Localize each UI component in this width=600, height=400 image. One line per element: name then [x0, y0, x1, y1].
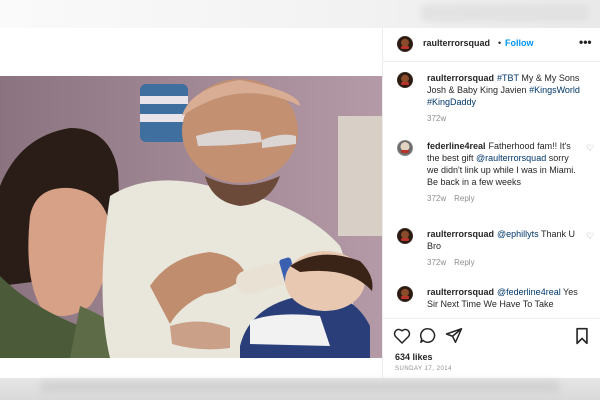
hashtag-kingsworld[interactable]: #KingsWorld — [529, 85, 580, 95]
comment-time[interactable]: 372w — [427, 258, 446, 267]
background-bottom-blur — [40, 382, 560, 392]
caption: raulterrorsquad #TBT My & My Sons Josh & … — [383, 72, 600, 132]
comment-item: federline4real Fatherhood fam!! It's the … — [383, 140, 600, 218]
comment-meta: 372w Reply — [427, 258, 483, 267]
comment-meta: 372w Reply — [427, 194, 483, 203]
background-blur — [420, 4, 590, 22]
comment-text: raulterrorsquad @ephillyts Thank U Bro — [427, 228, 582, 252]
caption-avatar[interactable] — [397, 72, 413, 88]
commenter-avatar[interactable] — [397, 286, 413, 302]
heart-icon[interactable] — [393, 327, 411, 344]
post-photo[interactable] — [0, 76, 382, 358]
comment-item: raulterrorsquad @ephillyts Thank U Bro 37… — [383, 228, 600, 276]
header-separator: • — [498, 38, 502, 48]
post-date[interactable]: SUNDAY 17, 2014 — [395, 366, 452, 372]
comment-mention[interactable]: @ephillyts — [497, 229, 539, 239]
comments-list: raulterrorsquad #TBT My & My Sons Josh & … — [383, 62, 600, 318]
author-avatar[interactable] — [397, 36, 413, 52]
instagram-post: raulterrorsquad • Follow ••• raulterrors… — [0, 28, 600, 378]
photo-illustration — [0, 76, 382, 358]
comment-text: federline4real Fatherhood fam!! It's the … — [427, 140, 582, 188]
comment-time[interactable]: 372w — [427, 194, 446, 203]
post-header: raulterrorsquad • Follow ••• — [383, 28, 600, 62]
follow-button[interactable]: Follow — [505, 38, 534, 48]
comment-username[interactable]: raulterrorsquad — [427, 287, 494, 297]
post-side-panel: raulterrorsquad • Follow ••• raulterrors… — [382, 28, 600, 378]
comment-username[interactable]: raulterrorsquad — [427, 229, 494, 239]
comment-text: raulterrorsquad @federline4real Yes Sir N… — [427, 286, 582, 310]
commenter-avatar[interactable] — [397, 228, 413, 244]
comment-like-icon[interactable]: ♡ — [586, 232, 595, 241]
comment-icon[interactable] — [419, 327, 437, 344]
reply-button[interactable]: Reply — [454, 258, 474, 267]
hashtag-tbt[interactable]: #TBT — [497, 73, 519, 83]
comment-like-icon[interactable]: ♡ — [586, 144, 595, 153]
caption-time[interactable]: 372w — [427, 114, 446, 123]
more-options-icon[interactable]: ••• — [579, 35, 592, 49]
reply-button[interactable]: Reply — [454, 194, 474, 203]
comment-item: raulterrorsquad @federline4real Yes Sir N… — [383, 286, 600, 318]
caption-meta: 372w — [427, 114, 454, 123]
caption-text: raulterrorsquad #TBT My & My Sons Josh & … — [427, 72, 582, 108]
author-username[interactable]: raulterrorsquad — [423, 38, 490, 48]
share-icon[interactable] — [445, 327, 463, 344]
commenter-avatar[interactable] — [397, 140, 413, 156]
like-count[interactable]: 634 likes — [395, 352, 433, 362]
comment-username[interactable]: federline4real — [427, 141, 486, 151]
post-actions: 634 likes SUNDAY 17, 2014 — [383, 318, 600, 378]
comment-mention[interactable]: @federline4real — [497, 287, 561, 297]
bookmark-icon[interactable] — [575, 327, 589, 345]
hashtag-kingdaddy[interactable]: #KingDaddy — [427, 97, 476, 107]
comment-mention[interactable]: @raulterrorsquad — [476, 153, 546, 163]
caption-username[interactable]: raulterrorsquad — [427, 73, 494, 83]
